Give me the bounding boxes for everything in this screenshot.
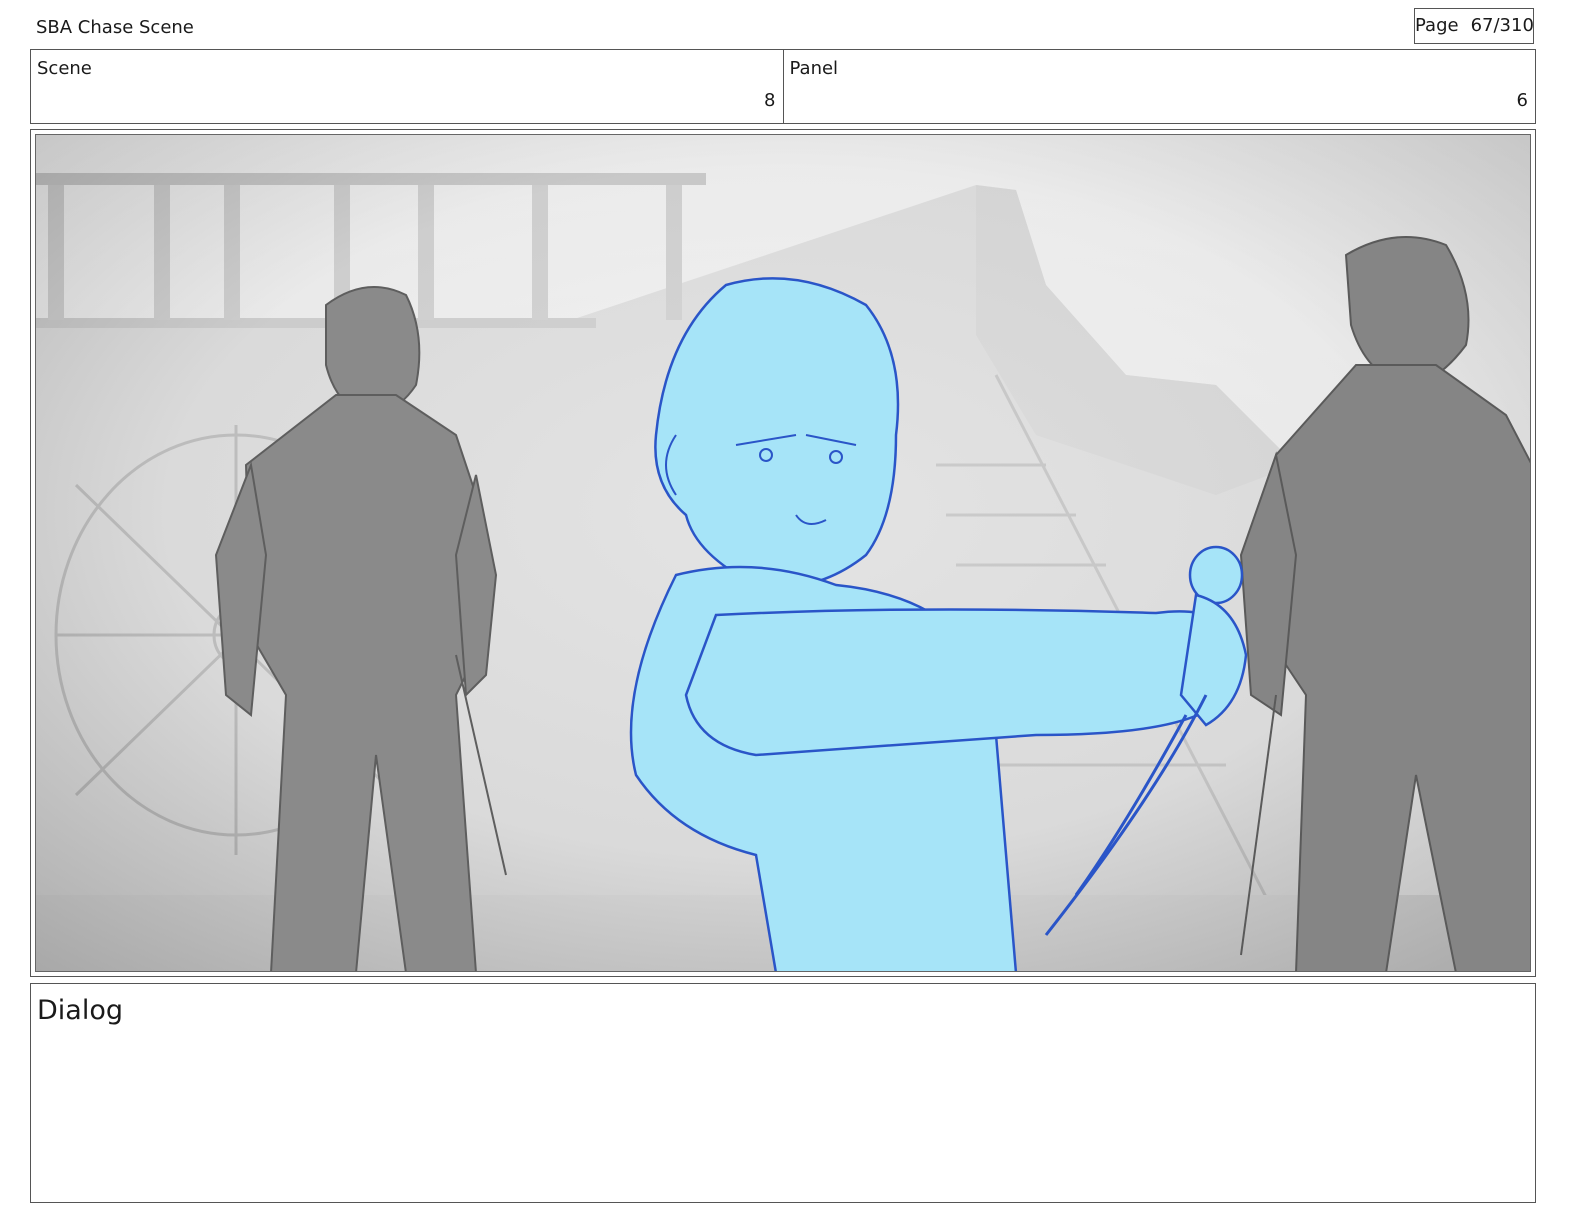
scene-cell: Scene 8 — [31, 50, 783, 123]
dialog-box: Dialog — [30, 983, 1536, 1203]
scene-panel-info-row: Scene 8 Panel 6 — [30, 49, 1536, 124]
scene-number: 8 — [764, 90, 776, 111]
page-indicator: Page 67/310 — [1414, 8, 1534, 44]
storyboard-frame — [30, 129, 1536, 977]
storyboard-sketch-image — [35, 134, 1531, 972]
panel-cell: Panel 6 — [782, 50, 1536, 123]
page-number: 67/310 — [1470, 15, 1534, 36]
sketch-svg — [36, 135, 1530, 971]
panel-number: 6 — [1516, 90, 1528, 111]
document-title: SBA Chase Scene — [36, 17, 194, 38]
panel-label: Panel — [789, 58, 839, 79]
page-label: Page — [1415, 15, 1459, 36]
dialog-label: Dialog — [37, 995, 123, 1026]
scene-label: Scene — [37, 58, 92, 79]
